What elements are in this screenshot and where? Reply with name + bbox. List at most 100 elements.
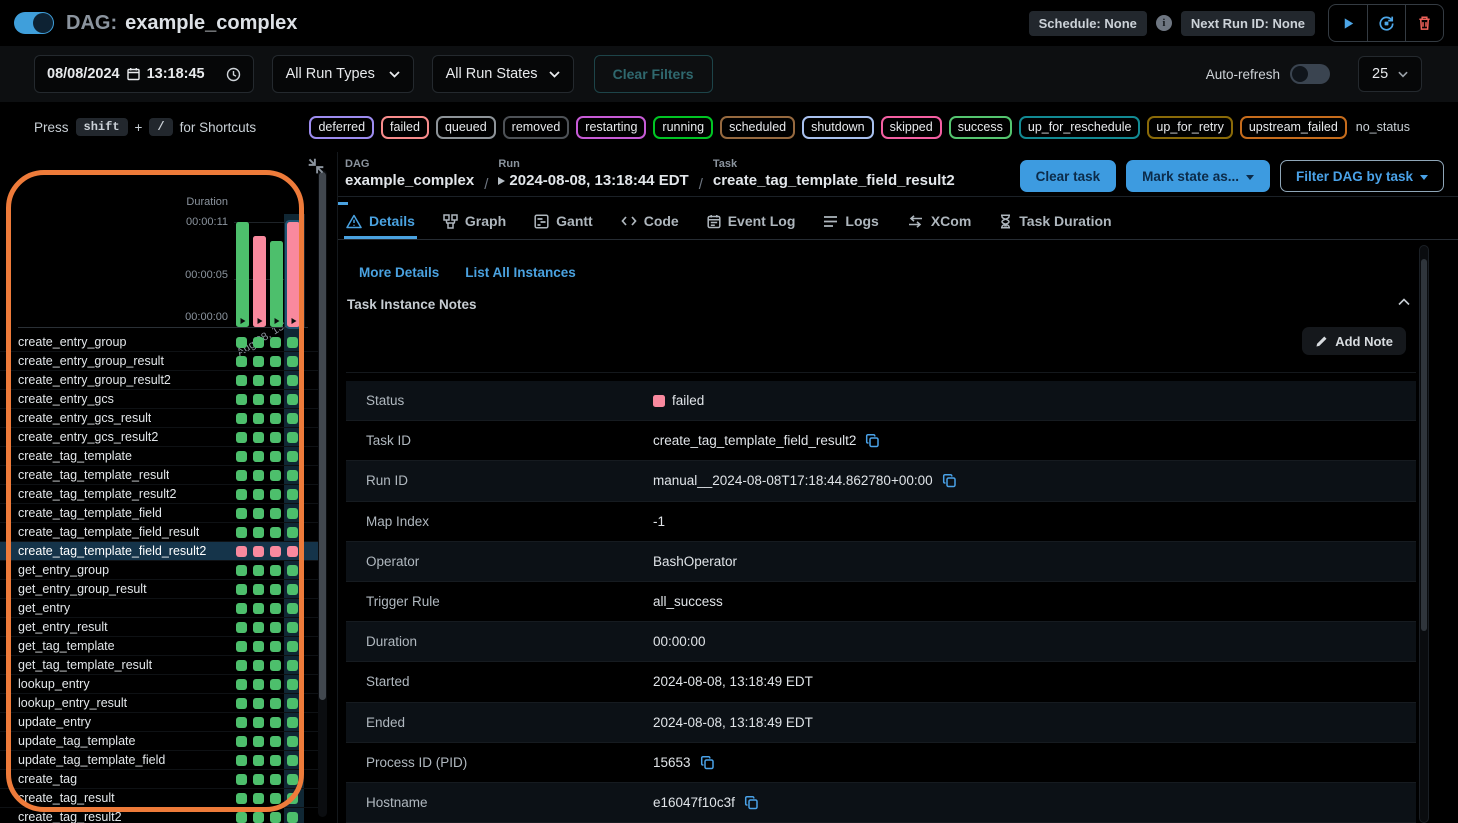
task-instance-square[interactable] bbox=[236, 660, 247, 671]
task-instance-square[interactable] bbox=[287, 565, 298, 576]
task-instance-square[interactable] bbox=[270, 717, 281, 728]
task-row-create_entry_gcs_result2[interactable]: create_entry_gcs_result2 bbox=[0, 428, 318, 447]
task-instance-square[interactable] bbox=[270, 736, 281, 747]
task-instance-square[interactable] bbox=[287, 812, 298, 823]
auto-refresh-toggle[interactable] bbox=[1290, 64, 1330, 84]
task-row-update_entry[interactable]: update_entry bbox=[0, 713, 318, 732]
task-instance-square[interactable] bbox=[253, 755, 264, 766]
task-instance-square[interactable] bbox=[253, 641, 264, 652]
task-instance-square[interactable] bbox=[287, 717, 298, 728]
info-icon[interactable]: i bbox=[1156, 15, 1172, 31]
task-instance-square[interactable] bbox=[287, 755, 298, 766]
task-instance-square[interactable] bbox=[287, 337, 298, 348]
task-instance-square[interactable] bbox=[236, 736, 247, 747]
breadcrumb-run-value[interactable]: 2024-08-08, 13:18:44 EDT bbox=[498, 172, 688, 189]
task-instance-square[interactable] bbox=[253, 546, 264, 557]
task-instance-square[interactable] bbox=[287, 774, 298, 785]
task-instance-square[interactable] bbox=[236, 337, 247, 348]
task-instance-square[interactable] bbox=[253, 774, 264, 785]
sidebar-scrollbar[interactable] bbox=[318, 170, 327, 817]
run-types-select[interactable]: All Run Types bbox=[272, 55, 414, 93]
task-instance-square[interactable] bbox=[287, 622, 298, 633]
task-row-create_tag[interactable]: create_tag bbox=[0, 770, 318, 789]
task-instance-square[interactable] bbox=[287, 736, 298, 747]
task-row-get_entry[interactable]: get_entry bbox=[0, 599, 318, 618]
task-instance-square[interactable] bbox=[236, 527, 247, 538]
task-instance-square[interactable] bbox=[287, 375, 298, 386]
task-instance-square[interactable] bbox=[287, 546, 298, 557]
tab-code[interactable]: Code bbox=[619, 203, 681, 239]
task-instance-square[interactable] bbox=[287, 679, 298, 690]
tab-details[interactable]: Details bbox=[344, 203, 417, 239]
trash-button[interactable] bbox=[1405, 5, 1443, 41]
task-instance-square[interactable] bbox=[236, 565, 247, 576]
task-instance-square[interactable] bbox=[253, 717, 264, 728]
task-instance-square[interactable] bbox=[236, 774, 247, 785]
status-badge[interactable]: restarting bbox=[576, 116, 646, 139]
task-instance-square[interactable] bbox=[287, 698, 298, 709]
panel-link[interactable]: List All Instances bbox=[465, 265, 576, 280]
add-note-button[interactable]: Add Note bbox=[1302, 327, 1406, 355]
task-instance-square[interactable] bbox=[236, 356, 247, 367]
task-instance-square[interactable] bbox=[270, 774, 281, 785]
task-row-create_tag_template_field[interactable]: create_tag_template_field bbox=[0, 504, 318, 523]
clear-task-button[interactable]: Clear task bbox=[1020, 160, 1117, 192]
run-bar[interactable] bbox=[270, 241, 283, 327]
task-row-get_tag_template_result[interactable]: get_tag_template_result bbox=[0, 656, 318, 675]
task-instance-square[interactable] bbox=[287, 793, 298, 804]
task-row-create_tag_result[interactable]: create_tag_result bbox=[0, 789, 318, 808]
task-instance-square[interactable] bbox=[253, 337, 264, 348]
copy-icon[interactable] bbox=[942, 473, 957, 488]
task-instance-square[interactable] bbox=[236, 793, 247, 804]
task-instance-square[interactable] bbox=[236, 717, 247, 728]
task-instance-square[interactable] bbox=[287, 432, 298, 443]
mark-state-button[interactable]: Mark state as... bbox=[1126, 160, 1270, 192]
status-badge[interactable]: no_status bbox=[1354, 118, 1412, 137]
task-instance-square[interactable] bbox=[236, 584, 247, 595]
task-instance-square[interactable] bbox=[236, 394, 247, 405]
task-instance-square[interactable] bbox=[270, 508, 281, 519]
task-row-create_tag_result2[interactable]: create_tag_result2 bbox=[0, 808, 318, 823]
task-instance-square[interactable] bbox=[270, 489, 281, 500]
task-instance-square[interactable] bbox=[270, 527, 281, 538]
task-row-create_entry_gcs_result[interactable]: create_entry_gcs_result bbox=[0, 409, 318, 428]
task-instance-square[interactable] bbox=[270, 679, 281, 690]
play-button[interactable] bbox=[1329, 5, 1367, 41]
scrollbar-thumb[interactable] bbox=[1421, 259, 1427, 631]
task-instance-square[interactable] bbox=[236, 451, 247, 462]
status-badge[interactable]: up_for_retry bbox=[1147, 116, 1232, 139]
task-instance-square[interactable] bbox=[270, 603, 281, 614]
task-instance-square[interactable] bbox=[253, 432, 264, 443]
task-instance-square[interactable] bbox=[270, 793, 281, 804]
task-instance-square[interactable] bbox=[253, 679, 264, 690]
task-row-create_entry_group_result2[interactable]: create_entry_group_result2 bbox=[0, 371, 318, 390]
tab-xcom[interactable]: XCom bbox=[905, 203, 973, 239]
main-scrollbar[interactable] bbox=[1419, 245, 1429, 823]
copy-icon[interactable] bbox=[865, 433, 880, 448]
task-row-create_tag_template_field_result[interactable]: create_tag_template_field_result bbox=[0, 523, 318, 542]
task-instance-square[interactable] bbox=[287, 603, 298, 614]
breadcrumb-dag-value[interactable]: example_complex bbox=[345, 172, 474, 189]
task-row-create_tag_template_result2[interactable]: create_tag_template_result2 bbox=[0, 485, 318, 504]
task-row-get_entry_group[interactable]: get_entry_group bbox=[0, 561, 318, 580]
status-badge[interactable]: queued bbox=[436, 116, 496, 139]
status-badge[interactable]: scheduled bbox=[720, 116, 795, 139]
task-row-lookup_entry[interactable]: lookup_entry bbox=[0, 675, 318, 694]
task-row-create_tag_template[interactable]: create_tag_template bbox=[0, 447, 318, 466]
task-instance-square[interactable] bbox=[270, 470, 281, 481]
task-row-lookup_entry_result[interactable]: lookup_entry_result bbox=[0, 694, 318, 713]
status-badge[interactable]: success bbox=[949, 116, 1012, 139]
task-instance-square[interactable] bbox=[270, 546, 281, 557]
task-instance-square[interactable] bbox=[270, 394, 281, 405]
status-badge[interactable]: failed bbox=[381, 116, 429, 139]
task-instance-square[interactable] bbox=[287, 527, 298, 538]
status-badge[interactable]: skipped bbox=[881, 116, 942, 139]
task-instance-square[interactable] bbox=[236, 603, 247, 614]
task-row-get_entry_group_result[interactable]: get_entry_group_result bbox=[0, 580, 318, 599]
tab-gantt[interactable]: Gantt bbox=[532, 203, 595, 239]
task-instance-square[interactable] bbox=[287, 394, 298, 405]
panel-link[interactable]: More Details bbox=[359, 265, 439, 280]
task-instance-square[interactable] bbox=[270, 451, 281, 462]
task-instance-square[interactable] bbox=[287, 451, 298, 462]
task-instance-square[interactable] bbox=[236, 489, 247, 500]
